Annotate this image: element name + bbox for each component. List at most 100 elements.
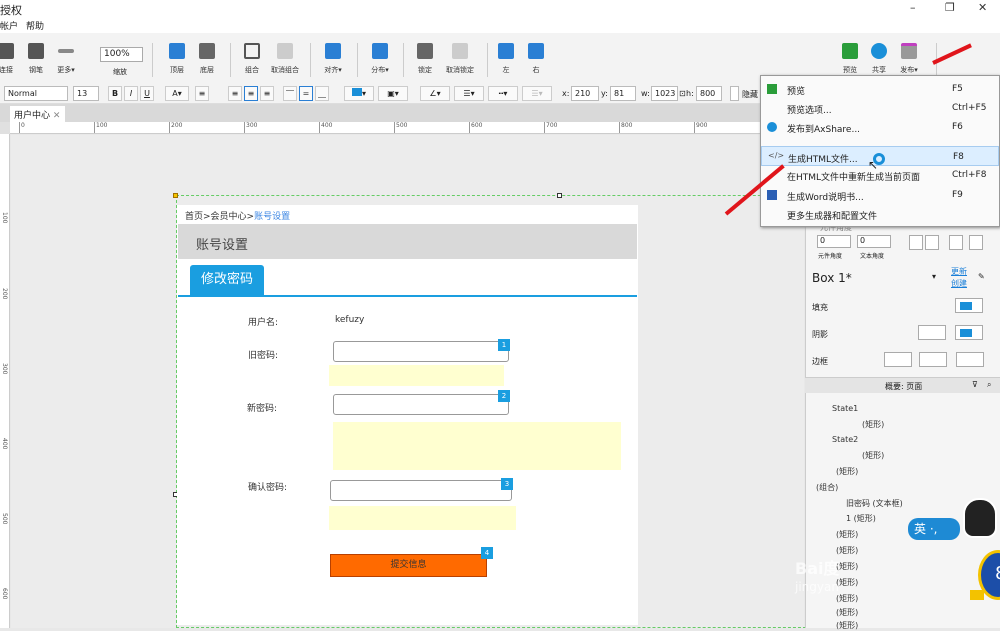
w-input[interactable]: 1023 [651,86,678,101]
x-input[interactable]: 210 [571,86,599,101]
fill-color-select[interactable]: ▾ [344,86,374,101]
style-select[interactable]: Normal [4,86,68,101]
menu-item-generate-word[interactable]: 生成Word说明书... F9 [761,185,999,205]
ime-indicator[interactable]: 英 ·, [908,518,960,540]
outer-shadow-picker[interactable] [918,325,946,340]
submit-button[interactable]: 提交信息 [330,554,487,577]
line-width-select[interactable]: ☰▾ [454,86,484,101]
line-style-select[interactable]: ┅▾ [488,86,518,101]
edit-style-icon[interactable]: ✎ [978,272,985,281]
old-password-label: 旧密码: [248,351,279,361]
restore-button[interactable]: ❐ [945,1,955,14]
ungroup-icon [277,43,293,59]
distribute-icon [372,43,388,59]
publish-button[interactable]: 发布▾ [889,43,929,75]
close-button[interactable]: ✕ [978,1,987,14]
username-value: kefuzy [335,315,365,325]
unlock-button[interactable]: 取消锁定 [440,43,480,75]
lock-icon [417,43,433,59]
tree-item[interactable]: 旧密码 (文本框) [846,498,903,509]
align-left-button[interactable]: ≡ [228,86,242,101]
tree-item[interactable]: State1 [832,404,858,413]
border-color-picker[interactable] [919,352,947,367]
close-icon[interactable]: ✕ [53,111,61,121]
mail-icon[interactable] [970,590,984,600]
menu-item-axshare[interactable]: 发布到AxShare... F6 [761,117,999,137]
distribute-h-button[interactable] [949,235,963,250]
more-button[interactable]: 更多▾ [46,43,86,75]
align-button[interactable]: 对齐▾ [313,43,353,75]
old-password-input[interactable] [333,341,509,362]
update-style-link[interactable]: 更新 [951,266,967,277]
arrow-style-select[interactable]: ☰▾ [522,86,552,101]
text-angle-input[interactable]: 0 [857,235,891,248]
flip-vertical-button[interactable] [909,235,923,250]
send-back-button[interactable]: 底层 [187,43,227,75]
tree-item[interactable]: (组合) [816,482,838,493]
tab-change-password[interactable]: 修改密码 [190,265,264,295]
border-style-picker[interactable] [956,352,984,367]
menu-item-more-generators[interactable]: 更多生成器和配置文件 [761,204,999,224]
tree-item[interactable]: (矩形) [836,620,858,631]
resize-handle[interactable] [557,193,562,198]
tree-item[interactable]: 1 (矩形) [846,513,876,524]
ungroup-button[interactable]: 取消组合 [265,43,305,75]
menu-help[interactable]: 帮助 [26,19,44,32]
new-password-input[interactable] [333,394,509,415]
line-color-select[interactable]: ∠▾ [420,86,450,101]
tree-item[interactable]: (矩形) [836,607,858,618]
tree-item[interactable]: (矩形) [862,450,884,461]
shadow-select[interactable]: ▣▾ [378,86,408,101]
valign-bottom-button[interactable]: ⎽ [315,86,329,101]
menu-item-regenerate-page[interactable]: 在HTML文件中重新生成当前页面 Ctrl+F8 [761,165,999,185]
filter-icon[interactable]: ⊽ [972,380,978,389]
align-right-button[interactable]: ≡ [260,86,274,101]
tree-item[interactable]: (矩形) [862,419,884,430]
y-input[interactable]: 81 [610,86,636,101]
border-width-picker[interactable] [884,352,912,367]
menu-account[interactable]: 帐户 [0,19,18,32]
tree-item[interactable]: (矩形) [836,529,858,540]
breadcrumb-link[interactable]: 账号设置 [254,212,290,222]
chevron-down-icon[interactable]: ▾ [932,272,936,281]
tab-user-center[interactable]: 用户中心 ✕ [10,106,65,122]
distribute-button[interactable]: 分布▾ [360,43,400,75]
valign-top-button[interactable]: ⎺ [283,86,297,101]
font-color-select[interactable]: A▾ [165,86,189,101]
italic-button[interactable]: I [124,86,138,101]
right-button[interactable]: 右 [516,43,556,75]
element-angle-input[interactable]: 0 [817,235,851,248]
publish-icon [901,43,917,59]
menu-bar: 帐户 帮助 [0,17,1000,33]
resize-handle[interactable] [173,193,178,198]
divider [310,43,311,77]
underline-button[interactable]: U [140,86,154,101]
valign-middle-button[interactable]: = [299,86,313,101]
menu-item-preview-options[interactable]: 预览选项... Ctrl+F5 [761,98,999,118]
flip-horizontal-button[interactable] [925,235,939,250]
confirm-password-input[interactable] [330,480,512,501]
font-size-select[interactable]: 13 [73,86,99,101]
distribute-v-button[interactable] [969,235,983,250]
penguin-icon[interactable] [963,498,997,538]
right-icon [528,43,544,59]
hide-checkbox[interactable] [730,86,739,101]
tree-item[interactable]: (矩形) [836,593,858,604]
h-input[interactable]: 800 [696,86,722,101]
lock-button[interactable]: 锁定 [405,43,445,75]
minimize-button[interactable]: – [910,1,916,14]
search-icon[interactable]: ⌕ [987,380,991,390]
fill-color-picker[interactable] [955,298,983,313]
new-password-hint [333,422,621,470]
create-style-link[interactable]: 创建 [951,278,967,289]
bullet-list-button[interactable]: ≡ [195,86,209,101]
zoom-select[interactable]: 100% [100,47,143,62]
menu-item-preview[interactable]: 预览 F5 [761,79,999,99]
aspect-lock-icon[interactable]: ⊡ [679,89,686,98]
inner-shadow-picker[interactable] [955,325,983,340]
tree-item[interactable]: (矩形) [836,466,858,477]
align-center-button[interactable]: ≡ [244,86,258,101]
bold-button[interactable]: B [108,86,122,101]
tree-item[interactable]: State2 [832,435,858,444]
pen-icon [28,43,44,59]
